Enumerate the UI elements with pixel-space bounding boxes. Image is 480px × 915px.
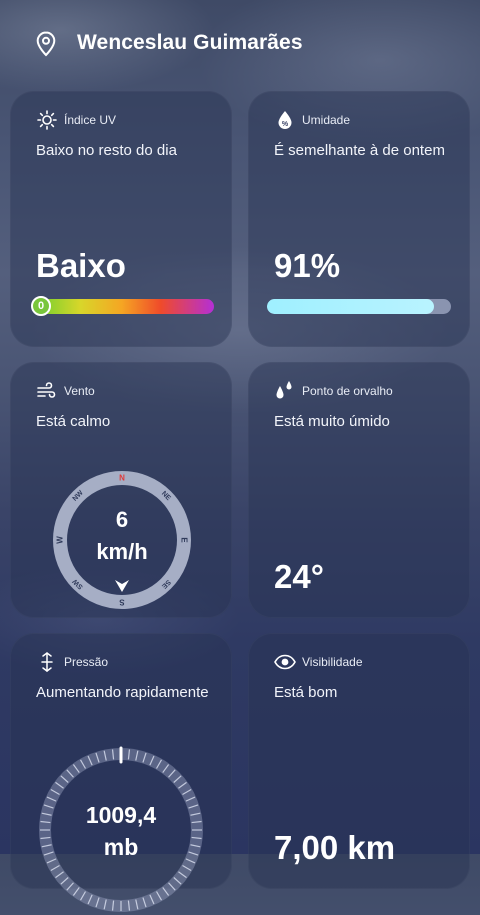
wind-description: Está calmo (36, 413, 111, 430)
humidity-bar (267, 299, 451, 314)
eye-icon (274, 651, 296, 673)
wind-readout: 6 km/h (52, 504, 192, 568)
location-header[interactable]: Wenceslau Guimarães (0, 20, 480, 68)
pressure-icon (36, 651, 58, 673)
dew-value: 24° (274, 558, 324, 595)
wind-direction-arrow (115, 580, 129, 592)
wind-speed: 6 (115, 507, 129, 532)
visibility-value: 7,00 km (274, 829, 396, 866)
humidity-value: 91% (274, 247, 341, 284)
visibility-description: Está bom (274, 684, 338, 701)
humidity-bar-fill (267, 299, 435, 314)
compass-label-n: N (119, 474, 125, 483)
uv-index-card[interactable]: Índice UV Baixo no resto do dia Baixo 0 (10, 91, 232, 347)
wind-card[interactable]: Vento Está calmo N NE E SE S SW W NW 6 km/h (10, 362, 232, 618)
dew-point-card[interactable]: Ponto de orvalho Está muito úmido 24° (248, 362, 470, 618)
pressure-card[interactable]: Pressão Aumentando rapidamente 1009,4 mb (10, 633, 232, 912)
wind-unit: km/h (96, 539, 148, 564)
svg-text:%: % (282, 121, 289, 128)
sun-icon (36, 109, 58, 131)
dew-drops-icon (274, 380, 296, 402)
pressure-readout: 1009,4 mb (36, 799, 206, 863)
uv-description: Baixo no resto do dia (36, 142, 177, 159)
pressure-value: 1009,4 (85, 802, 157, 828)
visibility-card-title: Visibilidade (302, 655, 363, 669)
compass-label-s: S (119, 598, 125, 607)
uv-card-title: Índice UV (64, 113, 117, 127)
dew-description: Está muito úmido (274, 413, 390, 430)
uv-scale-bar (36, 299, 214, 314)
pressure-unit: mb (103, 834, 139, 860)
dew-card-title: Ponto de orvalho (302, 384, 393, 398)
humidity-description: É semelhante à de ontem (274, 142, 445, 159)
uv-value: Baixo (36, 247, 126, 284)
pressure-card-title: Pressão (64, 655, 109, 669)
city-name: Wenceslau Guimarães (77, 31, 303, 54)
location-pin-icon (36, 31, 56, 57)
uv-indicator: 0 (31, 296, 51, 316)
humidity-card-title: Umidade (302, 113, 351, 127)
humidity-drop-icon: % (274, 109, 296, 131)
wind-icon (36, 380, 58, 402)
wind-card-title: Vento (64, 384, 95, 398)
visibility-card[interactable]: Visibilidade Está bom 7,00 km (248, 633, 470, 889)
humidity-card[interactable]: % Umidade É semelhante à de ontem 91% (248, 91, 470, 347)
pressure-description: Aumentando rapidamente (36, 684, 209, 701)
